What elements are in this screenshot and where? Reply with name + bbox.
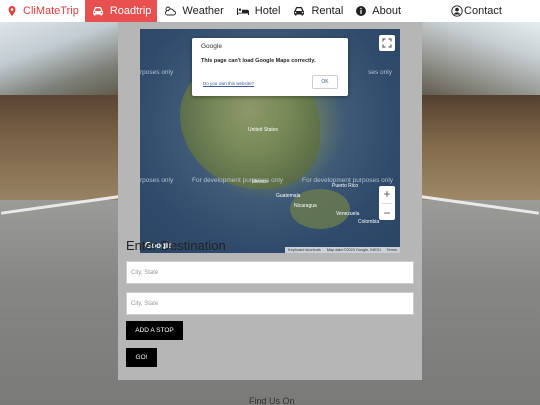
map-pin-icon	[8, 6, 16, 16]
map-label-puerto-rico: Puerto Rico	[332, 183, 359, 189]
nav-brand-label: CliMateTrip	[23, 5, 79, 17]
enter-destination-heading: Enter Destination	[126, 238, 226, 253]
fullscreen-icon	[382, 38, 392, 48]
background-trees-right	[420, 95, 540, 205]
zoom-out-button[interactable]: −	[383, 207, 390, 219]
nav-rental-label: Rental	[311, 5, 344, 17]
map-label-us: United States	[248, 127, 279, 133]
end-location-input[interactable]: City, State	[126, 292, 414, 315]
car-icon	[294, 7, 305, 16]
nav-rental[interactable]: Rental	[286, 0, 349, 22]
terms-link[interactable]: Terms	[387, 248, 397, 252]
nav-contact-label: Contact	[464, 5, 502, 17]
map-label-guatemala: Guatemala	[276, 193, 301, 199]
background-trees-left	[0, 95, 125, 205]
trip-planner-panel: rposes only ses only rposes only For dev…	[118, 22, 422, 380]
dialog-own-website-link[interactable]: Do you own this website?	[203, 81, 254, 86]
background-mountain-left	[0, 22, 125, 97]
map-label-nicaragua: Nicaragua	[294, 203, 317, 209]
dialog-message: This page can't load Google Maps correct…	[201, 58, 316, 64]
bed-icon	[236, 8, 249, 15]
info-circle-icon	[356, 6, 367, 16]
cloud-sun-icon	[165, 6, 177, 16]
map-watermark: For development purposes only	[192, 177, 284, 184]
google-map[interactable]: rposes only ses only rposes only For dev…	[140, 29, 400, 253]
nav-about-label: About	[372, 5, 402, 17]
start-location-input[interactable]: City, State	[126, 261, 414, 284]
nav-hotel-label: Hotel	[254, 5, 281, 17]
map-fullscreen-button[interactable]	[379, 35, 395, 51]
footer-find-us: Find Us On	[249, 396, 295, 405]
keyboard-shortcuts-link[interactable]: Keyboard shortcuts	[288, 248, 321, 252]
nav-weather[interactable]: Weather	[157, 0, 229, 22]
nav-about[interactable]: About	[349, 0, 407, 22]
map-error-dialog: Google This page can't load Google Maps …	[192, 38, 348, 96]
map-label-venezuela: Venezuela	[336, 211, 360, 217]
nav-roadtrip[interactable]: Roadtrip	[84, 0, 158, 22]
nav-hotel[interactable]: Hotel	[230, 0, 287, 22]
car-icon	[92, 7, 103, 16]
top-navigation: CliMateTrip Roadtrip Weather Hotel Renta…	[0, 0, 540, 22]
zoom-divider	[382, 202, 392, 204]
background-mountain-right	[420, 22, 540, 97]
map-label-colombia: Colombia	[358, 219, 380, 225]
user-circle-icon	[451, 5, 463, 17]
dialog-ok-button[interactable]: OK	[312, 75, 338, 89]
map-zoom-control: + −	[379, 186, 395, 220]
dialog-title: Google	[201, 43, 222, 50]
map-label-mexico: Mexico	[252, 179, 268, 185]
map-attribution-bar: Keyboard shortcuts Map data ©2023 Google…	[285, 247, 400, 253]
nav-roadtrip-label: Roadtrip	[109, 5, 152, 17]
map-watermark: rposes only	[140, 69, 174, 76]
nav-brand-link[interactable]: CliMateTrip	[0, 0, 85, 22]
nav-contact[interactable]: Contact	[445, 0, 508, 22]
zoom-in-button[interactable]: +	[383, 188, 390, 200]
map-data-credit: Map data ©2023 Google, INEGI	[326, 248, 381, 252]
map-watermark: ses only	[368, 69, 392, 76]
add-stop-button[interactable]: ADD A STOP	[126, 321, 183, 340]
map-watermark: rposes only	[140, 177, 174, 184]
go-button[interactable]: GO!	[126, 348, 157, 367]
nav-weather-label: Weather	[182, 5, 224, 17]
